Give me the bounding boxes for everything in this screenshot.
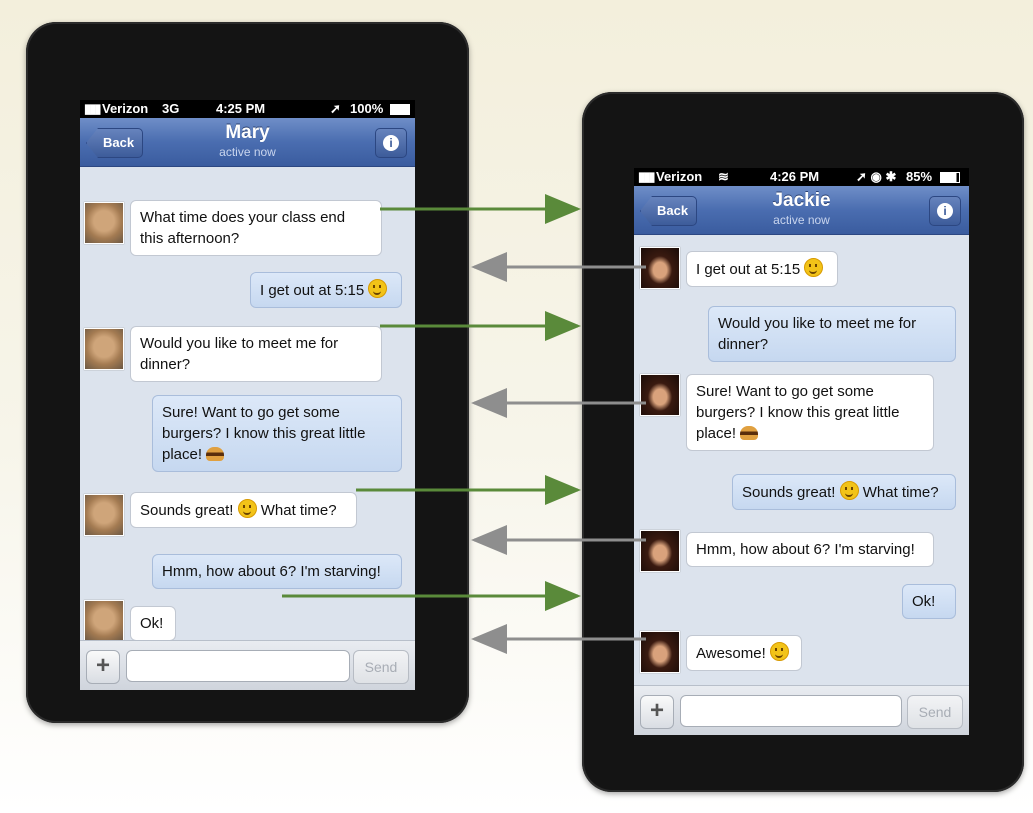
message-flow-arrows [282,194,646,654]
